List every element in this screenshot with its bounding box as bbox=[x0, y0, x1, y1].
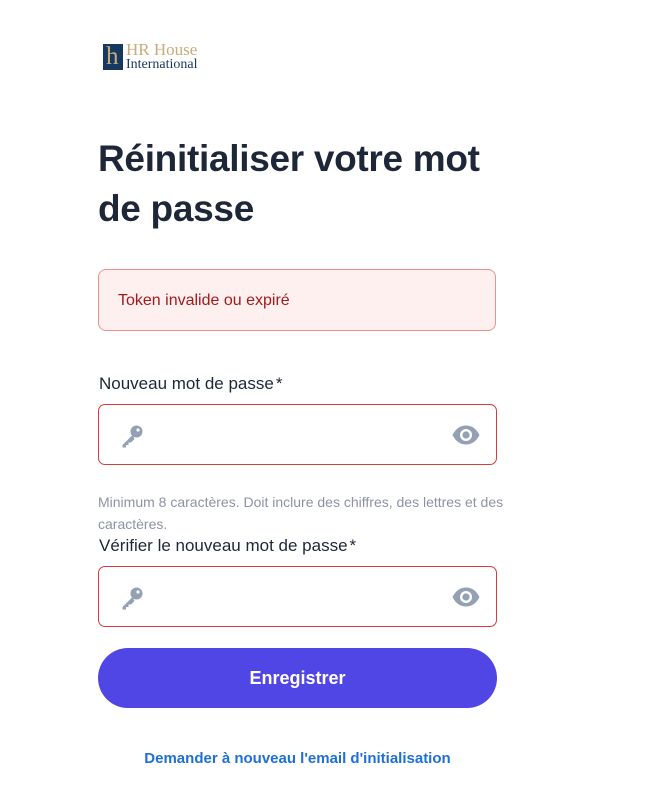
new-password-label-text: Nouveau mot de passe bbox=[99, 374, 274, 393]
required-marker: * bbox=[275, 374, 283, 393]
required-marker: * bbox=[349, 536, 357, 555]
new-password-input[interactable] bbox=[155, 415, 439, 457]
resend-reset-email-link[interactable]: Demander à nouveau l'email d'initialisat… bbox=[98, 750, 497, 767]
logo-mark-letter: h bbox=[106, 43, 119, 70]
new-password-field[interactable] bbox=[98, 404, 497, 465]
error-alert: Token invalide ou expiré bbox=[98, 269, 496, 331]
error-alert-message: Token invalide ou expiré bbox=[118, 292, 290, 309]
confirm-password-label: Vérifier le nouveau mot de passe * bbox=[99, 536, 356, 556]
page-title: Réinitialiser votre mot de passe bbox=[98, 138, 480, 229]
confirm-password-label-text: Vérifier le nouveau mot de passe bbox=[99, 536, 348, 555]
password-requirements-hint: Minimum 8 caractères. Doit inclure des c… bbox=[98, 494, 504, 532]
company-logo: h HR House International bbox=[103, 41, 223, 74]
save-button[interactable]: Enregistrer bbox=[98, 648, 497, 708]
eye-icon[interactable] bbox=[451, 585, 481, 609]
confirm-password-field[interactable] bbox=[98, 566, 497, 627]
new-password-label: Nouveau mot de passe * bbox=[99, 374, 282, 394]
key-icon bbox=[122, 425, 143, 448]
eye-icon[interactable] bbox=[451, 423, 481, 447]
logo-mark: h bbox=[103, 43, 123, 70]
key-icon bbox=[122, 587, 143, 610]
logo-text-secondary: International bbox=[126, 57, 198, 72]
confirm-password-input[interactable] bbox=[155, 577, 439, 619]
